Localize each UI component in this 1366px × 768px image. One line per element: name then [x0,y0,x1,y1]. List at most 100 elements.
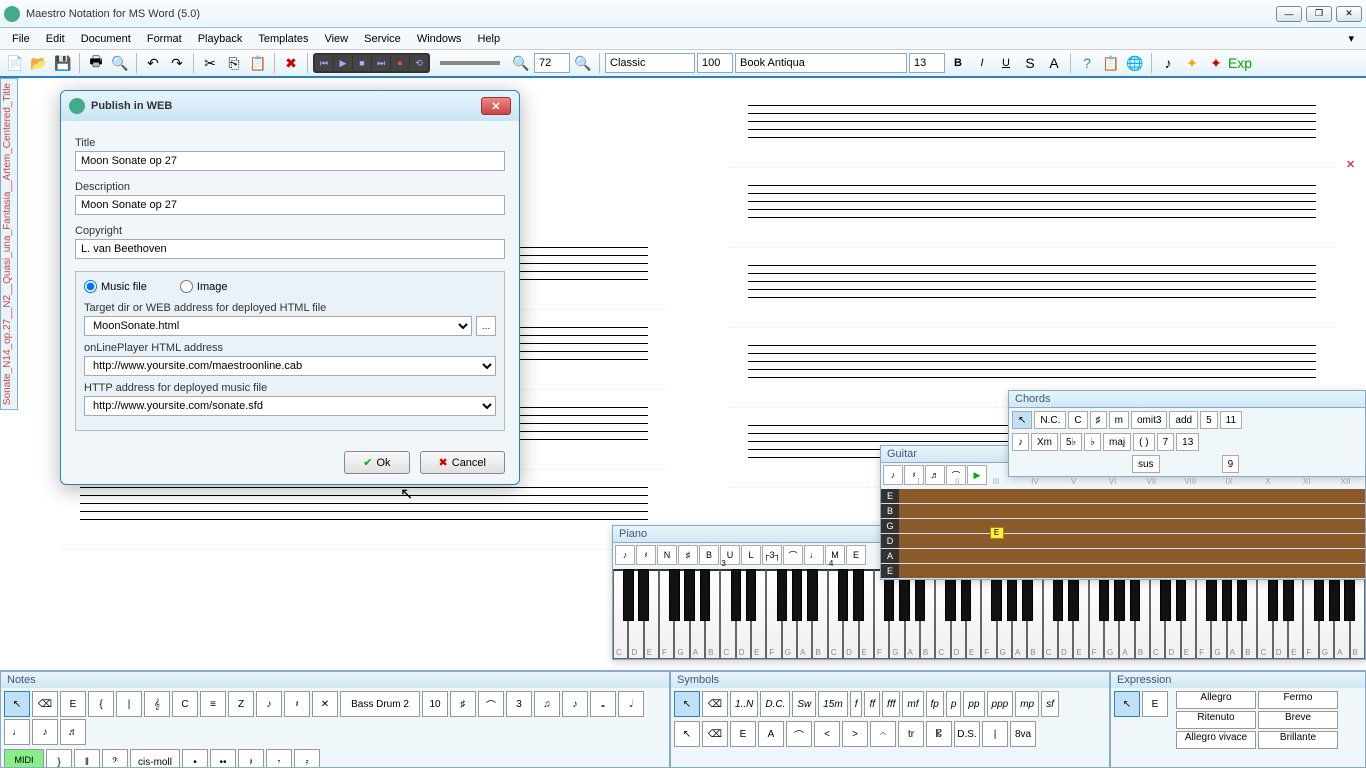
symbol-12[interactable]: mp [1015,691,1039,717]
http-select[interactable]: http://www.yoursite.com/sonate.sfd [84,396,496,416]
symbol-11[interactable]: ppp [987,691,1014,717]
web-icon[interactable]: 🌐 [1124,52,1146,74]
notes-dot-icon[interactable]: • [182,749,208,767]
guitar-string[interactable]: B [881,504,1365,519]
notes-16th-icon[interactable]: ♬ [60,719,86,745]
notes-clef-icon[interactable]: 𝄞 [144,691,170,717]
chord-omit[interactable]: omit3 [1131,411,1167,429]
style-select[interactable] [605,53,695,73]
black-key[interactable] [746,569,757,621]
notes-bracket-icon[interactable]: { [88,691,114,717]
notes-10[interactable]: 10 [422,691,448,717]
piano-tool-2[interactable]: 𝄽 [636,545,656,565]
strike-icon[interactable]: S [1019,52,1041,74]
chord-5[interactable]: 5 [1200,411,1218,429]
notes-c-icon[interactable]: C [172,691,198,717]
open-icon[interactable]: 📂 [28,52,50,74]
notes-brace-icon[interactable]: } [46,749,72,767]
menu-view[interactable]: View [316,31,356,47]
expr-brillante[interactable]: Brillante [1258,731,1338,749]
fretboard[interactable]: IIIIIIIVVVIVIIVIIIIXXXIXIIEBGEDAE [881,489,1365,579]
volume-slider[interactable] [440,61,500,65]
chord-xm[interactable]: Xm [1031,433,1058,451]
notes-x-icon[interactable]: ✕ [312,691,338,717]
document-tab[interactable]: Sonate_N14_op.27__N2__Quasi_una_Fantasia… [0,78,18,410]
undo-icon[interactable]: ↶ [142,52,164,74]
dialog-close-button[interactable]: ✕ [481,97,511,115]
notes-eraser-icon[interactable]: ⌫ [32,691,58,717]
notes-rest-icon[interactable]: 𝄽 [284,691,310,717]
black-key[interactable] [638,569,649,621]
symbol-row2-5[interactable]: < [814,721,840,747]
chord-13[interactable]: 13 [1176,433,1199,451]
symbol-5[interactable]: ff [864,691,880,717]
cancel-button[interactable]: ✖Cancel [420,451,505,474]
expr-e[interactable]: E [1142,691,1168,717]
guitar-string[interactable]: E [881,489,1365,504]
symbol-row2-8[interactable]: tr [898,721,924,747]
notes-sharp-icon[interactable]: ♯ [450,691,476,717]
chord-nc[interactable]: N.C. [1034,411,1066,429]
notes-half-icon[interactable]: 𝅗𝅥 [618,691,644,717]
symbol-4[interactable]: f [850,691,863,717]
menu-service[interactable]: Service [356,31,409,47]
notes-double-dot-icon[interactable]: •• [210,749,236,767]
menu-edit[interactable]: Edit [38,31,73,47]
font-color-icon[interactable]: A [1043,52,1065,74]
chord-5b[interactable]: 5♭ [1060,433,1082,451]
black-key[interactable] [669,569,680,621]
ok-button[interactable]: ✔Ok [344,451,409,474]
chord-arrow[interactable]: ↖ [1012,411,1032,429]
guitar-string[interactable]: E [881,564,1365,579]
menu-help[interactable]: Help [469,31,508,47]
notes-rest2-icon[interactable]: 𝄽 [238,749,264,767]
player-select[interactable]: http://www.yoursite.com/maestroonline.ca… [84,356,496,376]
piano-keyboard[interactable]: CDEFGABC3DEFGABC4DEFGABCDEFGABCDEFGABCDE… [613,569,1365,659]
piano-tool-8[interactable]: ┌3┐ [762,545,782,565]
guitar-string[interactable]: A [881,549,1365,564]
midi-button[interactable]: MIDI [4,749,44,767]
expr-breve[interactable]: Breve [1258,711,1338,729]
sym-eraser-icon[interactable]: ⌫ [702,691,728,717]
save-icon[interactable]: 💾 [52,52,74,74]
symbol-6[interactable]: fff [882,691,900,717]
zoom-out-icon[interactable]: 🔍 [510,52,532,74]
copy-icon[interactable]: ⎘ [223,52,245,74]
chord-m[interactable]: m [1109,411,1129,429]
help-icon[interactable]: ? [1076,52,1098,74]
fontsize-input[interactable] [909,53,945,73]
target-select[interactable]: MoonSonate.html [84,316,472,336]
expr-allegro-vivace[interactable]: Allegro vivace [1176,731,1256,749]
piano-tool-10[interactable]: ♩ [804,545,824,565]
preview-icon[interactable]: 🔍 [109,52,131,74]
description-input[interactable] [75,195,505,215]
italic-icon[interactable]: I [971,52,993,74]
menu-playback[interactable]: Playback [190,31,251,47]
notes-e[interactable]: E [60,691,86,717]
chord-11[interactable]: 11 [1220,411,1242,429]
forward-icon[interactable]: ⏭ [372,55,390,71]
symbol-13[interactable]: sf [1041,691,1059,717]
menu-chevron-icon[interactable]: ▾ [1340,30,1362,47]
record-icon[interactable]: ● [391,55,409,71]
scale-input[interactable] [697,53,733,73]
menu-document[interactable]: Document [73,31,139,47]
print-icon[interactable]: 🖶 [85,52,107,74]
expr-allegro[interactable]: Allegro [1176,691,1256,709]
symbol-row2-9[interactable]: 𝄡 [926,721,952,747]
key-sig-select[interactable]: cis-moll [130,749,180,767]
chord-sus[interactable]: sus [1132,455,1160,473]
bass-drum-select[interactable]: Bass Drum 2 [340,691,420,717]
delete-icon[interactable]: ✖ [280,52,302,74]
symbol-2[interactable]: Sw [792,691,816,717]
piano-tool-4[interactable]: ♯ [678,545,698,565]
new-doc-icon[interactable]: 📄 [4,52,26,74]
menu-file[interactable]: File [4,31,38,47]
notes-rest3-icon[interactable]: 𝄾 [266,749,292,767]
bold-icon[interactable]: B [947,52,969,74]
symbol-row2-10[interactable]: D.S. [954,721,980,747]
piano-tool-1[interactable]: ♪ [615,545,635,565]
notes-bar-icon[interactable]: | [116,691,142,717]
symbol-1[interactable]: D.C. [760,691,790,717]
notes-grace-icon[interactable]: ♪ [562,691,588,717]
